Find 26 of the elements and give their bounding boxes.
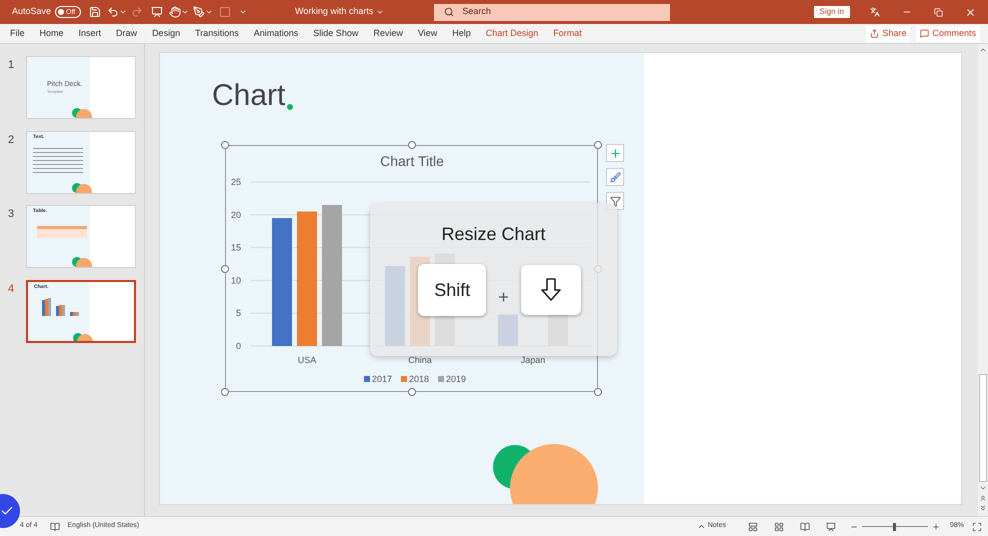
axis-tick-label: 20 xyxy=(230,210,241,220)
slide-number: 4 xyxy=(8,282,16,296)
category-label: USA xyxy=(298,355,316,365)
axis-tick-label: 10 xyxy=(230,275,241,286)
slide-number: 2 xyxy=(8,132,16,148)
axis-tick-label: 0 xyxy=(236,341,241,351)
axis-tick-label: 5 xyxy=(236,308,241,318)
plus-sign: + xyxy=(498,286,509,308)
slide-number: 1 xyxy=(8,58,16,73)
axis-tick-label: 15 xyxy=(230,242,241,253)
legend-item: 2017 xyxy=(364,374,392,384)
chart-title: Chart Title xyxy=(380,153,444,169)
legend-label: 2017 xyxy=(372,374,392,384)
legend-label: 2018 xyxy=(409,374,430,384)
popup-title: Resize Chart xyxy=(441,223,546,246)
keyboard-key: Shift xyxy=(418,264,486,316)
legend-label: 2019 xyxy=(446,374,466,384)
legend-item: 2019 xyxy=(438,374,466,384)
slide-number: 3 xyxy=(8,207,16,222)
slide-title: Chart xyxy=(212,81,286,111)
autosave-label: AutoSave xyxy=(12,5,52,18)
axis-tick-label: 25 xyxy=(230,177,241,187)
legend-item: 2018 xyxy=(401,374,430,384)
search-placeholder: Search xyxy=(462,5,491,18)
category-label: Japan xyxy=(520,355,546,365)
category-label: China xyxy=(408,355,432,365)
